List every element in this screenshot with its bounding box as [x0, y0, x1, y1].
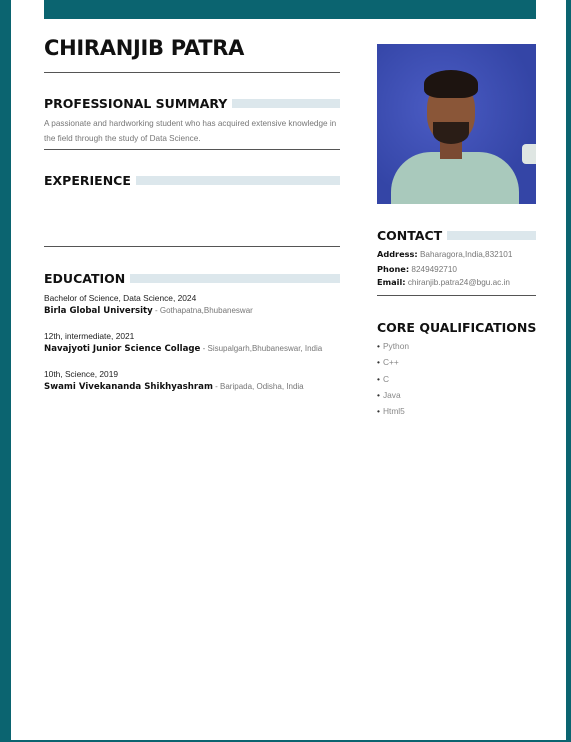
header-accent-bar — [44, 0, 536, 19]
profile-photo — [377, 44, 536, 204]
education-separator: - — [152, 306, 160, 315]
qualification-label: Html5 — [382, 406, 405, 416]
email-label: Email: — [377, 277, 406, 287]
contact-email: Email: chiranjib.patra24@bgu.ac.in — [377, 277, 510, 287]
education-item: Bachelor of Science, Data Science, 2024 … — [44, 292, 354, 318]
experience-heading-bar — [135, 175, 340, 185]
qualification-label: C++ — [382, 357, 399, 367]
address-value: Baharagora,India,832101 — [419, 250, 513, 259]
summary-text: A passionate and hardworking student who… — [44, 119, 337, 143]
photo-overlay-tab — [522, 144, 536, 164]
education-location: Gothapatna,Bhubaneswar — [159, 306, 253, 315]
qualification-item: • C++ — [377, 357, 399, 367]
qualifications-heading-label: CORE QUALIFICATIONS — [377, 319, 537, 335]
photo-hair — [424, 70, 478, 98]
phone-label: Phone: — [377, 264, 410, 274]
email-value: chiranjib.patra24@bgu.ac.in — [407, 278, 510, 287]
education-institution-line: Birla Global University - Gothapatna,Bhu… — [44, 304, 354, 318]
education-degree: 10th, Science, 2019 — [44, 369, 119, 379]
summary-divider — [44, 149, 340, 150]
education-institution: Birla Global University — [44, 306, 153, 316]
bullet: • — [377, 374, 380, 384]
contact-phone: Phone: 8249492710 — [377, 264, 457, 274]
contact-section-heading: CONTACT — [377, 227, 536, 243]
bullet: • — [377, 357, 380, 367]
qualification-label: Python — [382, 341, 410, 351]
education-separator: - — [212, 382, 221, 391]
education-location: Sisupalgarh,Bhubaneswar, India — [207, 344, 323, 353]
address-label: Address: — [377, 249, 418, 259]
education-item: 10th, Science, 2019 Swami Vivekananda Sh… — [44, 368, 354, 394]
education-institution: Swami Vivekananda Shikhyashram — [44, 382, 213, 392]
summary-heading-label: PROFESSIONAL SUMMARY — [44, 95, 228, 111]
experience-section-heading: EXPERIENCE — [44, 172, 340, 188]
education-item: 12th, intermediate, 2021 Navajyoti Junio… — [44, 330, 354, 356]
education-institution: Navajyoti Junior Science Collage — [44, 344, 201, 354]
education-heading-bar — [130, 273, 340, 283]
education-location: Baripada, Odisha, India — [220, 382, 304, 391]
bullet: • — [377, 406, 380, 416]
summary-section-heading: PROFESSIONAL SUMMARY — [44, 95, 340, 111]
contact-heading-bar — [447, 230, 536, 240]
qualification-label: C — [382, 374, 389, 384]
qualification-item: • C — [377, 374, 389, 384]
education-institution-line: Navajyoti Junior Science Collage - Sisup… — [44, 342, 354, 356]
contact-heading-label: CONTACT — [377, 227, 443, 243]
contact-divider — [377, 295, 536, 296]
education-degree: Bachelor of Science, Data Science, 2024 — [44, 293, 197, 303]
qualification-item: • Python — [377, 341, 409, 351]
bullet: • — [377, 390, 380, 400]
education-degree: 12th, intermediate, 2021 — [44, 331, 135, 341]
qualification-label: Java — [382, 390, 401, 400]
photo-shirt — [391, 152, 519, 204]
resume-page: CHIRANJIB PATRA PROFESSIONAL SUMMARY A p… — [11, 0, 566, 740]
name-divider — [44, 72, 340, 73]
photo-beard — [433, 122, 469, 144]
experience-heading-label: EXPERIENCE — [44, 172, 131, 188]
education-section-heading: EDUCATION — [44, 270, 340, 286]
phone-value: 8249492710 — [411, 265, 457, 274]
contact-address: Address: Baharagora,India,832101 — [377, 249, 512, 259]
experience-divider — [44, 246, 340, 247]
candidate-name: CHIRANJIB PATRA — [44, 36, 245, 60]
summary-heading-bar — [232, 98, 340, 108]
qualification-item: • Html5 — [377, 406, 405, 416]
qualifications-section-heading: CORE QUALIFICATIONS — [377, 319, 536, 335]
education-heading-label: EDUCATION — [44, 270, 126, 286]
qualification-item: • Java — [377, 390, 401, 400]
education-institution-line: Swami Vivekananda Shikhyashram - Baripad… — [44, 380, 354, 394]
bullet: • — [377, 341, 380, 351]
